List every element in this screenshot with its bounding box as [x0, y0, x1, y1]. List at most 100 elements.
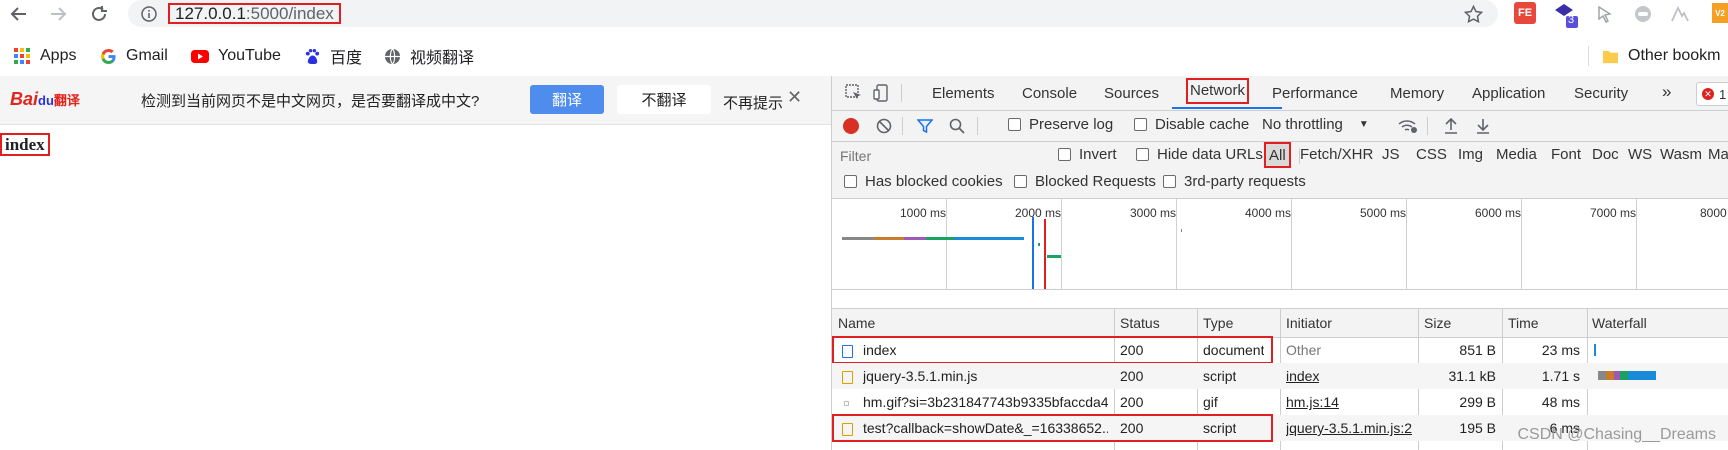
tab-network[interactable]: Network — [1186, 78, 1250, 104]
mountain-extension-icon[interactable] — [1670, 4, 1690, 24]
translate-button[interactable]: 翻译 — [530, 85, 604, 114]
table-row[interactable]: jquery-3.5.1.min.js 200 script index 31.… — [832, 363, 1728, 389]
request-initiator[interactable]: hm.js:14 — [1286, 394, 1339, 410]
type-filter-fetch[interactable]: Fetch/XHR — [1300, 146, 1373, 163]
mask-extension-icon[interactable] — [1633, 4, 1653, 24]
tick-label: 1000 ms — [900, 206, 947, 220]
forward-arrow-icon[interactable] — [47, 3, 69, 25]
request-time: 23 ms — [1541, 342, 1580, 358]
bookmark-youtube[interactable]: YouTube — [190, 40, 281, 72]
reload-icon[interactable] — [88, 3, 110, 25]
cursor-extension-icon[interactable] — [1595, 4, 1615, 24]
close-icon[interactable]: ✕ — [787, 87, 802, 108]
tick-label: 6000 ms — [1475, 206, 1522, 220]
hide-data-urls-checkbox[interactable] — [1136, 148, 1149, 161]
bookmark-star-icon[interactable] — [1463, 4, 1483, 24]
blocked-cookies-checkbox[interactable] — [844, 175, 857, 188]
record-icon[interactable] — [843, 118, 859, 134]
toolbar-divider — [1427, 117, 1428, 135]
request-type: gif — [1203, 394, 1218, 410]
tab-console[interactable]: Console — [1022, 85, 1077, 102]
error-counter[interactable]: ✕ 1 — [1696, 82, 1728, 106]
third-party-toggle[interactable]: 3rd-party requests — [1163, 173, 1306, 190]
timeline-overview[interactable]: 1000 ms 2000 ms 3000 ms 4000 ms 5000 ms … — [832, 199, 1728, 290]
invert-label: Invert — [1079, 146, 1117, 163]
col-time[interactable]: Time — [1508, 315, 1539, 331]
disable-cache-label: Disable cache — [1155, 116, 1250, 133]
blocked-requests-label: Blocked Requests — [1035, 173, 1156, 190]
col-type[interactable]: Type — [1203, 315, 1233, 331]
bookmark-gmail[interactable]: Gmail — [98, 40, 168, 72]
type-filter-ws[interactable]: WS — [1628, 146, 1652, 163]
site-info-icon[interactable] — [140, 5, 158, 23]
type-filter-font[interactable]: Font — [1551, 146, 1581, 163]
disable-cache-toggle[interactable]: Disable cache — [1134, 116, 1249, 133]
filter-icon[interactable] — [916, 117, 934, 135]
col-status[interactable]: Status — [1120, 315, 1160, 331]
bookmark-video-translate[interactable]: 视频翻译 — [382, 40, 474, 72]
fe-extension-icon[interactable]: FE — [1514, 2, 1536, 24]
page-viewport: Bai du 翻译 检测到当前网页不是中文网页，是否要翻译成中文? 翻译 不翻译 不… — [0, 76, 832, 450]
tab-elements[interactable]: Elements — [932, 85, 995, 102]
no-translate-button[interactable]: 不翻译 — [617, 85, 711, 114]
invert-checkbox[interactable] — [1058, 148, 1071, 161]
tab-memory[interactable]: Memory — [1390, 85, 1444, 102]
preserve-log-toggle[interactable]: Preserve log — [1008, 116, 1113, 133]
table-row[interactable]: hm.gif?si=3b231847743b9335bfaccda4... 20… — [832, 389, 1728, 415]
col-initiator[interactable]: Initiator — [1286, 315, 1332, 331]
url-text[interactable]: 127.0.0.1:5000/index — [168, 3, 341, 24]
baidu-paw-icon — [302, 46, 322, 66]
invert-toggle[interactable]: Invert — [1058, 146, 1117, 163]
type-filter-js[interactable]: JS — [1382, 146, 1400, 163]
clear-icon[interactable] — [875, 117, 893, 135]
export-har-icon[interactable] — [1474, 117, 1492, 135]
tab-sources[interactable]: Sources — [1104, 85, 1159, 102]
request-name[interactable]: hm.gif?si=3b231847743b9335bfaccda4... — [863, 394, 1108, 410]
blocked-requests-checkbox[interactable] — [1014, 175, 1027, 188]
never-prompt-button[interactable]: 不再提示 — [723, 92, 783, 113]
type-filter-all[interactable]: All — [1264, 142, 1291, 168]
type-filter-css[interactable]: CSS — [1416, 146, 1447, 163]
hide-data-urls-toggle[interactable]: Hide data URLs — [1136, 146, 1263, 163]
type-filter-img[interactable]: Img — [1458, 146, 1483, 163]
import-har-icon[interactable] — [1442, 117, 1460, 135]
col-waterfall[interactable]: Waterfall — [1592, 315, 1647, 331]
extension-cube-icon[interactable]: 3 — [1552, 1, 1580, 29]
search-icon[interactable] — [948, 117, 966, 135]
type-filter-manifest[interactable]: Ma — [1708, 146, 1728, 163]
bookmark-baidu[interactable]: 百度 — [302, 40, 362, 72]
col-size[interactable]: Size — [1424, 315, 1451, 331]
tab-security[interactable]: Security — [1574, 85, 1628, 102]
highlight-box — [832, 336, 1273, 364]
col-name[interactable]: Name — [838, 315, 875, 331]
bookmark-apps[interactable]: Apps — [12, 40, 76, 72]
address-bar[interactable]: 127.0.0.1:5000/index — [128, 0, 1498, 27]
request-initiator[interactable]: jquery-3.5.1.min.js:2 — [1286, 420, 1412, 436]
script-icon — [842, 368, 853, 384]
filter-input[interactable] — [836, 145, 1034, 167]
timeline-bar-download — [954, 237, 1024, 240]
disable-cache-checkbox[interactable] — [1134, 118, 1147, 131]
type-filter-doc[interactable]: Doc — [1592, 146, 1619, 163]
throttling-select[interactable]: No throttling ▼ — [1262, 116, 1369, 133]
device-toolbar-icon[interactable] — [872, 83, 892, 103]
request-initiator[interactable]: index — [1286, 368, 1319, 384]
request-name[interactable]: jquery-3.5.1.min.js — [863, 368, 977, 384]
blocked-requests-toggle[interactable]: Blocked Requests — [1014, 173, 1156, 190]
type-filter-wasm[interactable]: Wasm — [1660, 146, 1702, 163]
back-arrow-icon[interactable] — [8, 3, 30, 25]
tab-performance[interactable]: Performance — [1272, 85, 1358, 102]
other-bookmarks[interactable]: Other bookm — [1600, 40, 1720, 72]
blocked-cookies-toggle[interactable]: Has blocked cookies — [844, 173, 1003, 190]
inspect-element-icon[interactable] — [844, 83, 864, 103]
bookmark-label: 百度 — [330, 50, 363, 67]
network-conditions-icon[interactable] — [1397, 117, 1419, 135]
va-extension-icon[interactable]: V2 — [1712, 3, 1728, 23]
third-party-checkbox[interactable] — [1163, 175, 1176, 188]
tick-label: 2000 ms — [1015, 206, 1062, 220]
more-tabs-button[interactable]: » — [1662, 82, 1671, 102]
error-icon: ✕ — [1702, 88, 1714, 100]
tab-application[interactable]: Application — [1472, 85, 1545, 102]
type-filter-media[interactable]: Media — [1496, 146, 1537, 163]
preserve-log-checkbox[interactable] — [1008, 118, 1021, 131]
